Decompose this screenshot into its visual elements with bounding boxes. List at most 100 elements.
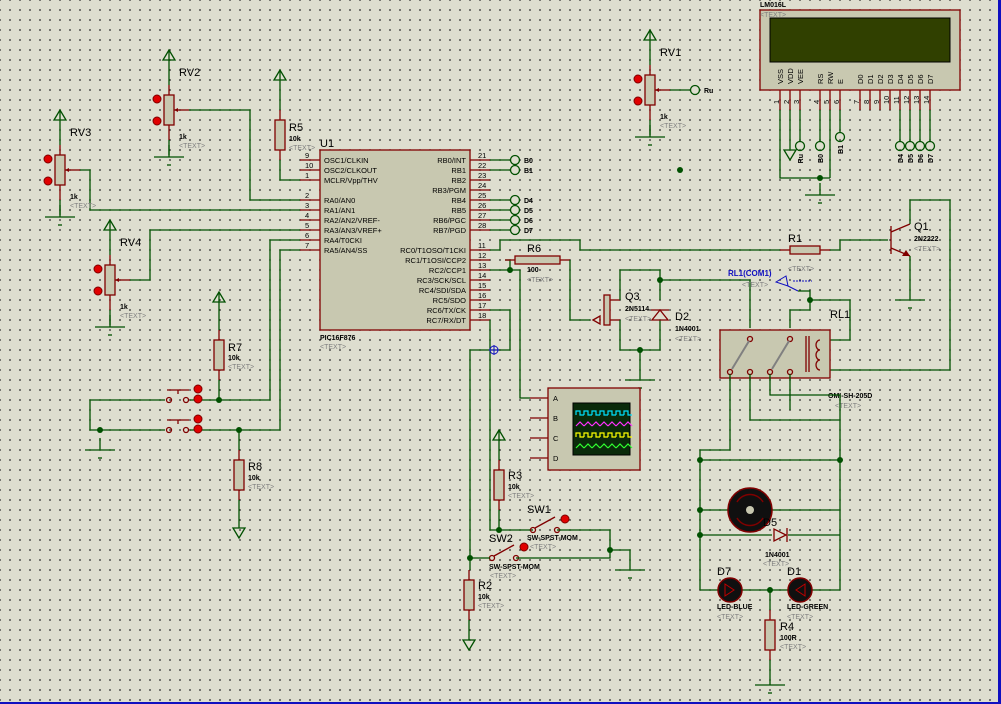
u1-pin-name: RC3/SCK/SCL (417, 276, 466, 285)
sw2-switch[interactable] (493, 544, 515, 557)
wire[interactable] (519, 270, 530, 399)
d2-diode[interactable] (650, 308, 670, 321)
rv4-potentiometer[interactable] (104, 264, 116, 296)
r1-ref-label[interactable]: R1 (788, 233, 802, 245)
lcd-pin-number: 7 (852, 100, 861, 104)
r4-ref-label[interactable]: R4 (780, 621, 794, 633)
wire[interactable] (610, 549, 631, 558)
r5-ref-label[interactable]: R5 (289, 122, 303, 134)
interactive-marker-icon[interactable] (633, 96, 643, 106)
q3-jfet[interactable] (603, 294, 611, 326)
d1-led[interactable] (787, 577, 813, 603)
wire[interactable] (660, 279, 751, 328)
d5-ref-label[interactable]: D5 (763, 517, 777, 529)
d5-text-label: <TEXT> (763, 561, 789, 568)
sw1-switch[interactable] (534, 516, 556, 529)
rv2-potentiometer[interactable] (163, 94, 175, 126)
terminal-label: B1 (524, 168, 533, 175)
wire[interactable] (619, 320, 661, 351)
interactive-marker-icon[interactable] (193, 394, 203, 404)
sw1-ref-label[interactable]: SW1 (527, 504, 551, 516)
wire[interactable] (699, 374, 731, 590)
r6-ref-label[interactable]: R6 (527, 243, 541, 255)
interactive-marker-icon[interactable] (43, 154, 53, 164)
rv1-potentiometer[interactable] (644, 74, 656, 106)
rv3-text-label: <TEXT> (70, 203, 96, 210)
wire[interactable] (80, 169, 300, 211)
rv3-ref-label[interactable]: RV3 (70, 127, 91, 139)
voltage-probe-icon[interactable] (774, 275, 789, 287)
r6-resistor[interactable] (514, 255, 561, 265)
d5-diode[interactable] (773, 527, 788, 543)
r4-resistor[interactable] (764, 619, 776, 651)
u1-pin-number: 12 (478, 251, 486, 260)
wire[interactable] (789, 300, 811, 328)
u1-pin-number: 4 (305, 211, 309, 220)
interactive-marker-icon[interactable] (93, 286, 103, 296)
r7-resistor[interactable] (213, 339, 225, 371)
r8-resistor[interactable] (233, 459, 245, 491)
lcd-pin-number: 9 (872, 100, 881, 104)
interactive-marker-icon[interactable] (193, 384, 203, 394)
lcd-terminal-label: D5 (908, 154, 915, 163)
terminal-icon (794, 140, 806, 152)
interactive-marker-icon[interactable] (152, 94, 162, 104)
q3-ref-label[interactable]: Q3 (625, 291, 640, 303)
terminal-icon (509, 194, 521, 206)
wire[interactable] (569, 260, 590, 321)
d7-led[interactable] (717, 577, 743, 603)
wire[interactable] (749, 374, 840, 421)
interactive-marker-icon[interactable] (633, 74, 643, 84)
interactive-marker-icon[interactable] (93, 264, 103, 274)
terminal-icon (509, 154, 521, 166)
d2-ref-label[interactable]: D2 (675, 311, 689, 323)
r1-resistor[interactable] (789, 245, 821, 255)
scope-trace (575, 432, 632, 438)
r5-resistor[interactable] (274, 119, 286, 151)
rv4-ref-label[interactable]: RV4 (120, 237, 141, 249)
r6-value-label: 100 (527, 267, 539, 274)
r7-ref-label[interactable]: R7 (228, 342, 242, 354)
interactive-marker-icon[interactable] (43, 176, 53, 186)
wire[interactable] (89, 399, 165, 431)
r3-resistor[interactable] (493, 469, 505, 501)
u1-pin-number: 9 (305, 151, 309, 160)
r8-ref-label[interactable]: R8 (248, 461, 262, 473)
sw2-ref-label[interactable]: SW2 (489, 533, 513, 545)
d7-ref-label[interactable]: D7 (717, 566, 731, 578)
r3-ref-label[interactable]: R3 (508, 470, 522, 482)
interactive-marker-icon[interactable] (193, 424, 203, 434)
rv3-potentiometer[interactable] (54, 154, 66, 186)
interactive-marker-icon[interactable] (193, 414, 203, 424)
u1-pin-number: 21 (478, 151, 486, 160)
lcd-pin-name: D2 (876, 74, 885, 84)
u1-part-label: PIC16F876 (320, 335, 356, 342)
rl1-ref-label[interactable]: RL1 (830, 309, 850, 321)
u1-pin-number: 27 (478, 211, 486, 220)
interactive-marker-icon[interactable] (519, 542, 529, 552)
wire[interactable] (190, 249, 300, 431)
u1-pin-number: 22 (478, 161, 486, 170)
wire[interactable] (830, 239, 888, 251)
switch-contact (488, 554, 496, 562)
scope-channel-label: A (553, 394, 558, 403)
rv2-ref-label[interactable]: RV2 (179, 67, 200, 79)
r2-resistor[interactable] (463, 579, 475, 611)
u1-pin-number: 14 (478, 271, 486, 280)
q1-ref-label[interactable]: Q1 (914, 221, 929, 233)
wire[interactable] (279, 160, 300, 181)
u1-pin-name: RB2 (451, 176, 466, 185)
lcd-pin-name: VSS (776, 69, 785, 84)
interactive-marker-icon[interactable] (152, 116, 162, 126)
rv1-ref-label[interactable]: RV1 (660, 47, 681, 59)
wire[interactable] (779, 110, 830, 179)
rl1-relay[interactable] (719, 329, 831, 379)
wire[interactable] (190, 239, 300, 401)
interactive-marker-icon[interactable] (560, 514, 570, 524)
r2-ref-label[interactable]: R2 (478, 580, 492, 592)
u1-ref-label[interactable]: U1 (320, 138, 334, 150)
wire[interactable] (830, 199, 951, 371)
d1-ref-label[interactable]: D1 (787, 566, 801, 578)
u1-pin-number: 25 (478, 191, 486, 200)
wire[interactable] (130, 229, 300, 281)
